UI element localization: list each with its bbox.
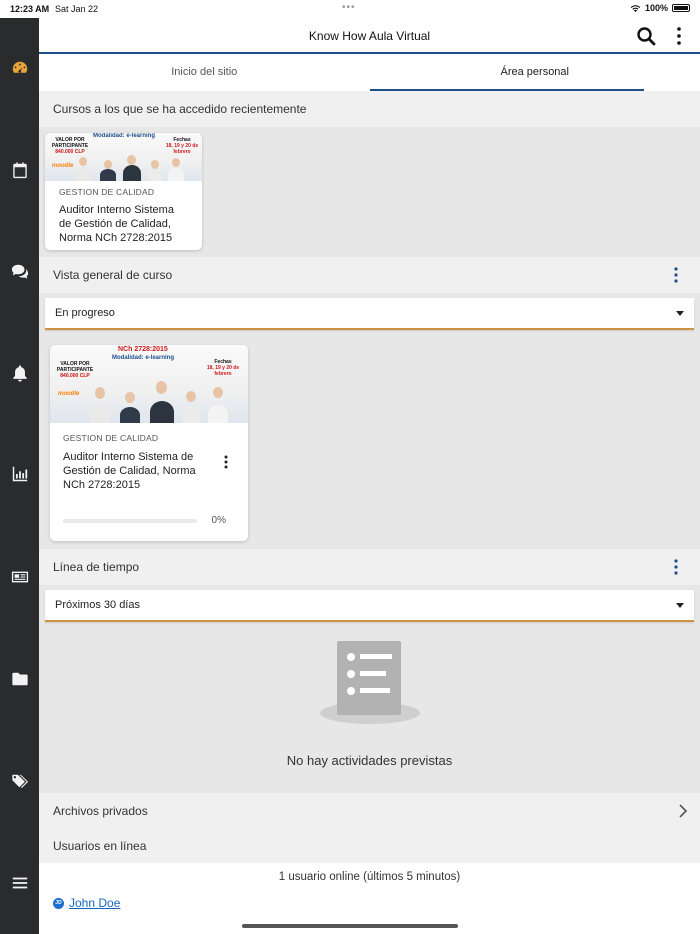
online-users-count: 1 usuario online (últimos 5 minutos) xyxy=(278,871,461,883)
course-options-icon[interactable] xyxy=(224,455,228,469)
course-overview-title: Vista general de curso xyxy=(53,268,173,282)
person-figure xyxy=(168,168,184,181)
person-figure xyxy=(182,407,200,423)
course-image: VALOR POR PARTICIPANTE 840.000 CLP Modal… xyxy=(45,133,202,181)
image-modalidad-text: Modalidad: e-learning xyxy=(112,355,175,361)
page-title: Know How Aula Virtual xyxy=(308,29,431,43)
dashboard-icon[interactable] xyxy=(0,53,39,83)
timeline-filter-select[interactable]: Próximos 30 días xyxy=(45,590,694,622)
person-figure xyxy=(150,401,174,423)
course-image-price: VALOR POR PARTICIPANTE 840.000 CLP xyxy=(55,361,95,379)
image-valor-text: VALOR POR PARTICIPANTE xyxy=(51,137,89,149)
course-image: NCh 2728:2015 Modalidad: e-learning VALO… xyxy=(50,345,248,423)
files-icon[interactable] xyxy=(0,664,39,694)
menu-icon[interactable] xyxy=(0,868,39,898)
person-head xyxy=(151,160,159,169)
messages-icon[interactable] xyxy=(0,256,39,286)
status-date: Sat Jan 22 xyxy=(55,4,99,14)
person-head xyxy=(127,155,136,165)
course-filter-select[interactable]: En progreso xyxy=(45,298,694,330)
person-head xyxy=(156,381,167,394)
person-figure xyxy=(75,167,91,181)
status-time: 12:23 AM xyxy=(10,4,50,14)
person-head xyxy=(172,158,180,167)
news-icon[interactable] xyxy=(0,562,39,592)
online-users-heading: Usuarios en línea xyxy=(39,828,700,864)
course-category: GESTION DE CALIDAD xyxy=(63,433,159,443)
image-price-text: 840.000 CLP xyxy=(55,149,85,155)
course-overview-heading: Vista general de curso xyxy=(39,257,700,293)
chevron-down-icon xyxy=(676,603,684,608)
chevron-right-icon xyxy=(679,804,688,818)
moodle-logo: moodle xyxy=(52,163,74,169)
course-card[interactable]: NCh 2728:2015 Modalidad: e-learning VALO… xyxy=(50,345,248,541)
multitasking-dots[interactable]: ••• xyxy=(342,2,356,13)
image-valor-text: VALOR POR PARTICIPANTE xyxy=(56,361,94,373)
person-head xyxy=(95,387,105,399)
battery-icon xyxy=(672,4,690,12)
timeline-filter-value: Próximos 30 días xyxy=(55,599,140,611)
person-figure xyxy=(123,165,141,181)
status-bar: 12:23 AM Sat Jan 22 ••• 100% xyxy=(0,0,700,18)
more-options-icon[interactable] xyxy=(672,26,686,46)
person-head xyxy=(125,392,135,403)
main-menu-rail xyxy=(0,18,39,934)
timeline-empty-message: No hay actividades previstas xyxy=(286,753,453,768)
recent-courses-title: Cursos a los que se ha accedido reciente… xyxy=(53,102,307,116)
tab-site-home[interactable]: Inicio del sitio xyxy=(39,55,370,91)
home-indicator[interactable] xyxy=(242,924,458,928)
image-dates-value: 18, 19 y 20 de febrero xyxy=(206,365,240,377)
image-price-text: 840.000 CLP xyxy=(60,373,90,379)
person-figure xyxy=(148,169,162,181)
private-files-row[interactable]: Archivos privados xyxy=(39,793,700,829)
image-norma-text: NCh 2728:2015 xyxy=(118,346,168,353)
empty-list-icon xyxy=(320,641,420,724)
wifi-icon xyxy=(630,4,641,12)
person-head xyxy=(79,157,87,166)
avatar: JD xyxy=(53,897,64,909)
private-files-label: Archivos privados xyxy=(53,804,148,818)
image-modalidad-text: Modalidad: e-learning xyxy=(93,133,156,139)
battery-percent: 100% xyxy=(644,3,668,13)
person-head xyxy=(186,391,196,402)
person-figure xyxy=(90,405,110,423)
image-dates: Fechas 18, 19 y 20 de febrero xyxy=(163,137,201,155)
person-figure xyxy=(100,169,116,181)
person-figure xyxy=(208,405,228,423)
course-name[interactable]: Auditor Interno Sistema de Gestión de Ca… xyxy=(59,204,188,245)
kebab-menu-icon[interactable] xyxy=(674,267,678,283)
tab-dashboard[interactable]: Área personal xyxy=(369,55,700,91)
app-header: Know How Aula Virtual xyxy=(39,18,700,54)
kebab-menu-icon[interactable] xyxy=(674,559,678,575)
course-category: GESTION DE CALIDAD xyxy=(59,187,155,197)
status-right: 100% xyxy=(630,3,690,13)
recent-courses-heading: Cursos a los que se ha accedido reciente… xyxy=(39,91,700,127)
person-head xyxy=(104,160,112,169)
notifications-icon[interactable] xyxy=(0,358,39,388)
recent-course-card[interactable]: VALOR POR PARTICIPANTE 840.000 CLP Modal… xyxy=(45,133,202,250)
online-users-title: Usuarios en línea xyxy=(53,839,147,853)
search-icon[interactable] xyxy=(636,26,656,46)
person-figure xyxy=(120,407,140,423)
user-name-link[interactable]: John Doe xyxy=(69,896,120,910)
chevron-down-icon xyxy=(676,311,684,316)
grades-icon[interactable] xyxy=(0,459,39,489)
calendar-icon[interactable] xyxy=(0,155,39,185)
person-head xyxy=(213,387,223,398)
tab-bar: Inicio del sitio Área personal xyxy=(39,55,700,91)
course-image-price: VALOR POR PARTICIPANTE 840.000 CLP xyxy=(50,137,90,155)
tags-icon[interactable] xyxy=(0,766,39,796)
online-user[interactable]: JD John Doe xyxy=(53,896,120,910)
image-dates-value: 18, 19 y 20 de febrero xyxy=(165,143,199,155)
dashboard-content: Cursos a los que se ha accedido reciente… xyxy=(39,91,700,934)
progress-bar xyxy=(63,519,197,523)
progress-label: 0% xyxy=(211,515,226,526)
image-dates: Fechas 18, 19 y 20 de febrero xyxy=(200,359,246,377)
course-filter-value: En progreso xyxy=(55,307,115,319)
timeline-title: Línea de tiempo xyxy=(53,560,140,574)
course-name[interactable]: Auditor Interno Sistema de Gestión de Ca… xyxy=(63,451,208,492)
moodle-logo: moodle xyxy=(58,391,80,397)
timeline-heading: Línea de tiempo xyxy=(39,549,700,585)
